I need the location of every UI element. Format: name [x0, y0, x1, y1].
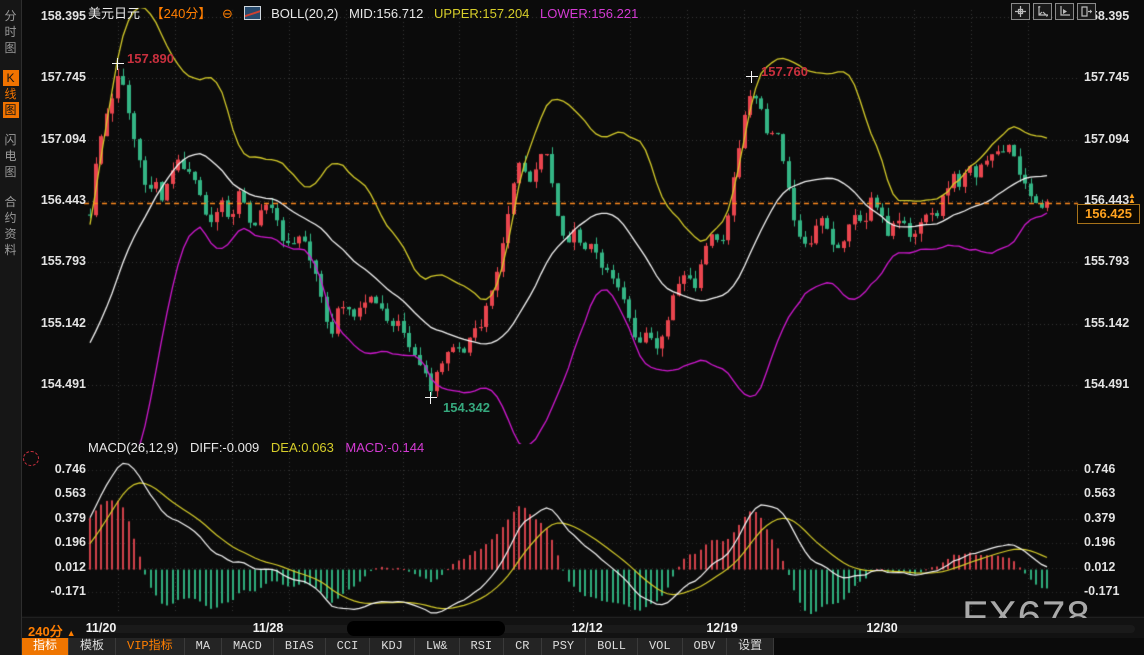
- x-axis-date: 12/30: [866, 621, 897, 635]
- cross-marker-icon: [746, 71, 758, 83]
- price-annotation-label: 154.342: [443, 400, 490, 415]
- price-tick-label: 155.142: [1084, 316, 1129, 330]
- toolbar-item-cr[interactable]: CR: [504, 638, 541, 655]
- price-tick-label: 157.745: [24, 70, 86, 84]
- price-annotation-label: 157.760: [761, 64, 808, 79]
- macd-tick-label: -0.171: [24, 584, 86, 598]
- price-tick-label: 155.142: [24, 316, 86, 330]
- sidebar-item-char: 电: [3, 148, 19, 164]
- macd-tick-label: 0.379: [1084, 511, 1115, 525]
- collapse-icon[interactable]: ⊖: [222, 6, 233, 21]
- chevron-up-icon: ▲: [67, 628, 76, 638]
- chart-application: 分时图K线图闪电图合约资料 美元日元 【240分】 ⊖ BOLL(20,2) M…: [0, 0, 1144, 655]
- sidebar-item-time-chart[interactable]: 分时图: [3, 8, 19, 56]
- sidebar-item-char: 时: [3, 24, 19, 40]
- move-crosshair-icon[interactable]: [1011, 3, 1030, 20]
- sidebar-item-contract-info[interactable]: 合约资料: [3, 194, 19, 258]
- toolbar-item-vol[interactable]: VOL: [638, 638, 683, 655]
- price-tick-label: 155.793: [1084, 254, 1129, 268]
- x-axis-date: 11/28: [253, 621, 284, 635]
- toolbar-item-obv[interactable]: OBV: [683, 638, 728, 655]
- timeframe-text: 240分: [28, 624, 63, 639]
- toolbar-item-psy[interactable]: PSY: [542, 638, 587, 655]
- scrollbar-thumb[interactable]: [347, 621, 505, 636]
- sidebar-item-char: 料: [3, 242, 19, 258]
- sidebar-item-char: 图: [3, 164, 19, 180]
- toolbar-item-lw[interactable]: LW&: [415, 638, 460, 655]
- macd-tick-label: 0.563: [24, 486, 86, 500]
- macd-indicator-label: MACD(26,12,9): [88, 440, 178, 455]
- price-tick-label: 154.491: [24, 377, 86, 391]
- sidebar-item-char: 图: [3, 40, 19, 56]
- toolbar-item-macd[interactable]: MACD: [222, 638, 274, 655]
- toolbar-item-[interactable]: 模板: [69, 638, 116, 655]
- axis-fit-icon[interactable]: [1033, 3, 1052, 20]
- price-tick-label: 157.745: [1084, 70, 1129, 84]
- line-chart-icon: [244, 6, 261, 20]
- x-axis-date: 11/20: [86, 621, 117, 635]
- sidebar-item-char: 资: [3, 226, 19, 242]
- toolbar-item-cci[interactable]: CCI: [326, 638, 371, 655]
- price-tick-label: 157.094: [1084, 132, 1129, 146]
- alert-marker-icon: [23, 451, 39, 466]
- price-direction-arrow-icon: ▲▲: [1128, 193, 1136, 203]
- sidebar-item-char: 图: [3, 102, 19, 118]
- sidebar-item-char: 合: [3, 194, 19, 210]
- toolbar-item-kdj[interactable]: KDJ: [370, 638, 415, 655]
- toolbar-item-rsi[interactable]: RSI: [460, 638, 505, 655]
- toolbar-item-bias[interactable]: BIAS: [274, 638, 326, 655]
- scrollbar-track: [95, 625, 1135, 633]
- macd-tick-label: 0.746: [1084, 462, 1115, 476]
- indicator-toolbar: 指标模板VIP指标MAMACDBIASCCIKDJLW&RSICRPSYBOLL…: [22, 638, 774, 655]
- period-title[interactable]: 【240分】: [151, 6, 212, 21]
- chart-header: 美元日元 【240分】 ⊖ BOLL(20,2) MID:156.712 UPP…: [88, 3, 645, 22]
- macd-tick-label: 0.196: [1084, 535, 1115, 549]
- boll-mid-value: MID:156.712: [349, 6, 423, 21]
- symbol-title: 美元日元: [88, 6, 140, 21]
- toolbar-item-[interactable]: 指标: [22, 638, 69, 655]
- current-price-badge: 156.425: [1077, 204, 1140, 224]
- macd-tick-label: 0.563: [1084, 486, 1115, 500]
- sidebar-item-char: 分: [3, 8, 19, 24]
- chart-tool-buttons: [1011, 3, 1096, 20]
- price-tick-label: 154.491: [1084, 377, 1129, 391]
- price-tick-label: 155.793: [24, 254, 86, 268]
- price-tick-label: 156.443: [24, 193, 86, 207]
- macd-tick-label: -0.171: [1084, 584, 1119, 598]
- macd-tick-label: 0.012: [24, 560, 86, 574]
- sidebar-item-flash-chart[interactable]: 闪电图: [3, 132, 19, 180]
- macd-diff-value: DIFF:-0.009: [190, 440, 259, 455]
- price-tick-label: 158.395: [24, 9, 86, 23]
- sidebar-item-char: 约: [3, 210, 19, 226]
- boll-upper-value: UPPER:157.204: [434, 6, 529, 21]
- toolbar-item-vip[interactable]: VIP指标: [116, 638, 185, 655]
- sidebar-item-char: 闪: [3, 132, 19, 148]
- macd-legend: MACD(26,12,9) DIFF:-0.009 DEA:0.063 MACD…: [88, 440, 432, 455]
- boll-indicator-label: BOLL(20,2): [271, 6, 338, 21]
- macd-tick-label: 0.012: [1084, 560, 1115, 574]
- macd-tick-label: 0.196: [24, 535, 86, 549]
- axis-shift-icon[interactable]: [1077, 3, 1096, 20]
- cross-marker-icon: [112, 58, 124, 70]
- price-tick-label: 157.094: [24, 132, 86, 146]
- cross-marker-icon: [425, 392, 437, 404]
- chart-type-sidebar: 分时图K线图闪电图合约资料: [0, 0, 22, 655]
- price-annotation-label: 157.890: [127, 51, 174, 66]
- toolbar-item-[interactable]: 设置: [727, 638, 774, 655]
- toolbar-item-boll[interactable]: BOLL: [586, 638, 638, 655]
- toolbar-item-ma[interactable]: MA: [185, 638, 222, 655]
- macd-tick-label: 0.379: [24, 511, 86, 525]
- sidebar-item-kline-chart[interactable]: K线图: [3, 70, 19, 118]
- sidebar-item-char: 线: [3, 86, 19, 102]
- x-axis-date: 12/19: [706, 621, 737, 635]
- x-axis-date: 12/12: [571, 621, 602, 635]
- boll-lower-value: LOWER:156.221: [540, 6, 638, 21]
- macd-dea-value: DEA:0.063: [271, 440, 334, 455]
- macd-macd-value: MACD:-0.144: [345, 440, 424, 455]
- sidebar-item-char: K: [3, 70, 19, 86]
- axis-scale-icon[interactable]: [1055, 3, 1074, 20]
- chart-canvas[interactable]: [0, 0, 1144, 655]
- x-axis-row: 240分 ▲ 11/20 11/28 12/12 12/19 12/30: [22, 618, 1144, 638]
